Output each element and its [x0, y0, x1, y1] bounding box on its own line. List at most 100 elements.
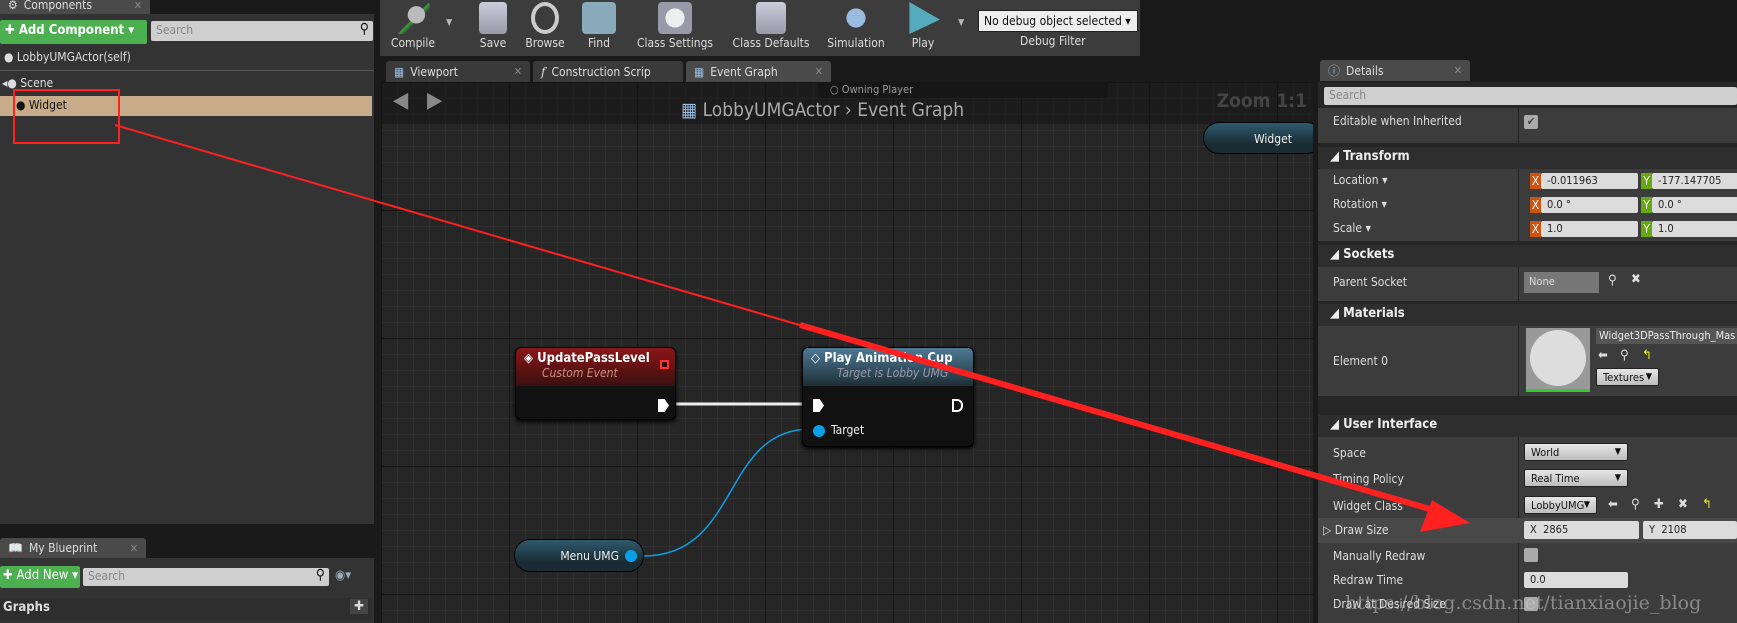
- parent-socket-field[interactable]: None: [1524, 272, 1599, 293]
- user-interface-header[interactable]: ◢ User Interface: [1318, 415, 1737, 437]
- use-selected-arrow-icon[interactable]: ⬅: [1598, 348, 1608, 363]
- browse-icon[interactable]: ⚲: [1631, 497, 1640, 512]
- button-label: Class Defaults: [732, 36, 810, 50]
- visibility-eye-icon[interactable]: ◉▾: [335, 568, 351, 583]
- add-component-button[interactable]: ✚ Add Component ▾: [0, 20, 147, 44]
- play-button[interactable]: Play: [896, 0, 950, 54]
- clear-icon[interactable]: ✖: [1631, 272, 1641, 287]
- transform-header[interactable]: ◢ Transform: [1318, 147, 1737, 169]
- add-new-button[interactable]: ✚ Add New ▾: [0, 566, 80, 588]
- find-button[interactable]: Find: [576, 0, 622, 54]
- materials-header[interactable]: ◢ Materials: [1318, 304, 1737, 326]
- target-pin[interactable]: [813, 425, 825, 437]
- location-label[interactable]: Location ▾: [1333, 173, 1388, 187]
- button-label: Class Settings: [636, 36, 714, 50]
- timing-policy-dropdown[interactable]: Real Time: [1524, 469, 1628, 487]
- components-search-input[interactable]: Search ⚲: [151, 21, 373, 41]
- location-y-field[interactable]: -177.147705: [1652, 173, 1737, 189]
- play-dropdown-icon[interactable]: ▼: [958, 18, 964, 28]
- button-label: Browse: [525, 36, 565, 50]
- simulation-button[interactable]: Simulation: [822, 0, 890, 54]
- details-panel: Search Editable when Inherited ✔ ◢ Transf…: [1318, 82, 1737, 623]
- search-icon[interactable]: ⚲: [1608, 273, 1617, 288]
- scale-label[interactable]: Scale ▾: [1333, 221, 1371, 235]
- function-icon: f: [541, 64, 546, 79]
- space-dropdown[interactable]: World: [1524, 443, 1628, 461]
- tab-components[interactable]: ⚙ Components ✕: [0, 0, 150, 14]
- close-icon[interactable]: ✕: [514, 65, 522, 78]
- rotation-x-field[interactable]: 0.0 °: [1541, 197, 1638, 213]
- tree-item-self[interactable]: ● LobbyUMGActor(self): [0, 48, 374, 68]
- add-graph-icon[interactable]: ✚: [350, 599, 368, 614]
- redraw-time-field[interactable]: 0.0: [1524, 572, 1628, 588]
- output-pin[interactable]: [625, 550, 637, 562]
- play-animation-node[interactable]: ◇ Play Animation Cup Target is Lobby UMG …: [802, 347, 974, 447]
- breadcrumb-actor[interactable]: LobbyUMGActor: [703, 99, 840, 121]
- event-graph-canvas[interactable]: ○ Owning Player ◀ ▶ ▦ LobbyUMGActor › Ev…: [381, 82, 1313, 623]
- close-icon[interactable]: ✕: [1454, 64, 1462, 77]
- tab-construction-script[interactable]: f Construction Scrip: [533, 61, 683, 82]
- debug-object-select[interactable]: No debug object selected ▾: [978, 10, 1138, 32]
- editable-checkbox[interactable]: ✔: [1524, 115, 1538, 129]
- rotation-label[interactable]: Rotation ▾: [1333, 197, 1387, 211]
- compile-dropdown-icon[interactable]: ▼: [446, 18, 452, 28]
- watermark: https://blog.csdn.net/tianxiaojie_blog: [1345, 592, 1702, 614]
- use-selected-arrow-icon[interactable]: ⬅: [1608, 497, 1618, 512]
- exec-in-pin[interactable]: [813, 399, 824, 412]
- node-subtitle: Custom Event: [542, 366, 618, 380]
- widget-class-dropdown[interactable]: LobbyUMG: [1524, 496, 1597, 514]
- tab-viewport[interactable]: ▦ Viewport ✕: [386, 61, 530, 82]
- tab-details[interactable]: ⓘ Details ✕: [1320, 60, 1470, 81]
- tab-my-blueprint[interactable]: 📖 My Blueprint ✕: [0, 538, 146, 558]
- event-diamond-icon: ◈: [524, 351, 533, 366]
- variable-label: Widget: [1254, 132, 1292, 146]
- section-label: Graphs: [3, 600, 50, 615]
- clear-icon[interactable]: ✖: [1678, 497, 1688, 512]
- node-header: ◈ UpdatePassLevel Custom Event: [516, 348, 675, 386]
- tab-event-graph[interactable]: ▦ Event Graph ✕: [686, 61, 831, 82]
- material-name[interactable]: Widget3DPassThrough_Mas: [1596, 328, 1737, 344]
- tab-label: Construction Scrip: [551, 64, 651, 79]
- rotation-y-field[interactable]: 0.0 °: [1652, 197, 1737, 213]
- sockets-header[interactable]: ◢ Sockets: [1318, 245, 1737, 267]
- location-x-field[interactable]: -0.011963: [1541, 173, 1638, 189]
- class-defaults-button[interactable]: Class Defaults: [726, 0, 816, 54]
- close-icon[interactable]: ✕: [130, 542, 138, 555]
- add-icon[interactable]: ✚: [1654, 497, 1664, 512]
- browse-icon[interactable]: ⚲: [1620, 348, 1629, 363]
- close-icon[interactable]: ✕: [134, 0, 142, 12]
- browse-button[interactable]: Browse: [520, 0, 570, 54]
- blueprint-search-input[interactable]: Search ⚲: [83, 567, 329, 586]
- section-title: Materials: [1343, 306, 1405, 321]
- add-component-label: Add Component: [18, 23, 125, 38]
- menu-umg-variable-node[interactable]: Menu UMG: [514, 539, 644, 572]
- section-title: Sockets: [1343, 247, 1395, 262]
- compile-button[interactable]: Compile: [384, 0, 442, 54]
- tab-label: Viewport: [410, 64, 458, 79]
- exec-out-pin[interactable]: [658, 399, 669, 412]
- graphs-section[interactable]: Graphs ✚: [0, 598, 372, 620]
- info-icon: ⓘ: [1328, 64, 1341, 78]
- class-settings-button[interactable]: Class Settings: [630, 0, 720, 54]
- widget-variable-node[interactable]: Widget: [1203, 122, 1313, 154]
- reset-icon[interactable]: ↰: [1642, 348, 1652, 363]
- scale-x-field[interactable]: 1.0: [1541, 221, 1638, 237]
- draw-size-label[interactable]: ▷ Draw Size: [1323, 523, 1389, 537]
- node-header: ◇ Play Animation Cup Target is Lobby UMG: [803, 348, 973, 386]
- save-button[interactable]: Save: [470, 0, 516, 54]
- magnifier-icon: [531, 2, 559, 34]
- details-search-input[interactable]: Search: [1324, 87, 1737, 105]
- sphere-preview: [1530, 330, 1586, 386]
- close-icon[interactable]: ✕: [815, 65, 823, 78]
- delegate-pin-icon[interactable]: [660, 360, 669, 369]
- draw-size-y-field[interactable]: Y 2108: [1643, 521, 1737, 539]
- textures-dropdown[interactable]: Textures: [1596, 368, 1659, 386]
- update-pass-level-node[interactable]: ◈ UpdatePassLevel Custom Event: [515, 347, 676, 420]
- reset-icon[interactable]: ↰: [1702, 497, 1712, 512]
- draw-size-x-field[interactable]: X 2865: [1524, 521, 1639, 539]
- manually-redraw-checkbox[interactable]: [1524, 548, 1538, 562]
- add-new-label: Add New: [16, 568, 69, 583]
- material-thumbnail[interactable]: [1526, 328, 1590, 392]
- scale-y-field[interactable]: 1.0: [1652, 221, 1737, 237]
- exec-out-pin[interactable]: [952, 399, 963, 412]
